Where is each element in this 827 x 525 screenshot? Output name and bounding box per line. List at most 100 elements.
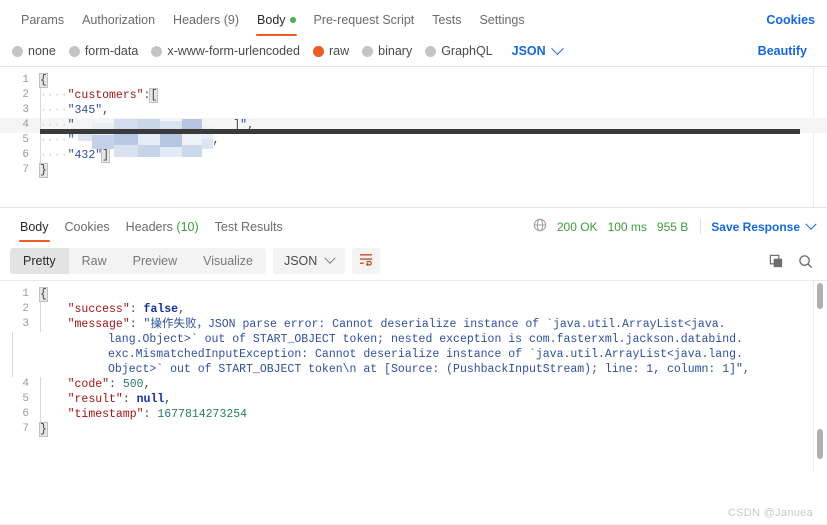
line-number: 1: [22, 288, 29, 300]
scrollbar-thumb-bottom: [817, 429, 823, 459]
tab-pre-request-script[interactable]: Pre-request Script: [305, 13, 424, 36]
code-text: ····"customers":[: [40, 88, 159, 103]
response-tab-headers-prefix: Headers: [125, 220, 177, 234]
response-toolbar: Pretty Raw Preview Visualize JSON: [0, 242, 827, 280]
code-text: "timestamp": 1677814273254: [40, 407, 827, 422]
json-value: false: [143, 303, 179, 316]
code-text: {: [39, 287, 48, 302]
wrap-lines-button[interactable]: [352, 248, 381, 274]
response-size: 955 B: [656, 219, 689, 234]
tab-headers-label: Headers (9): [173, 13, 240, 27]
tab-headers[interactable]: Headers (9): [164, 13, 248, 36]
chevron-down-icon: [324, 252, 336, 264]
code-text: "result": null,: [40, 392, 827, 407]
code-line: 6 ····"432"]: [0, 148, 827, 163]
body-type-none[interactable]: none: [12, 44, 56, 58]
tab-body[interactable]: Body: [248, 13, 305, 36]
radio-selected-icon: [313, 45, 324, 57]
code-text: "message": "操作失败，JSON parse error: Canno…: [40, 317, 827, 332]
response-tab-headers[interactable]: Headers (10): [118, 220, 207, 242]
beautify-button[interactable]: Beautify: [758, 44, 807, 58]
code-text: }: [39, 163, 48, 178]
response-tab-test-results[interactable]: Test Results: [207, 220, 291, 242]
line-number: 1: [22, 74, 29, 86]
wrap-lines-icon: [359, 253, 374, 269]
code-line: 2 "success": false,: [0, 302, 827, 317]
raw-format-dropdown[interactable]: JSON: [511, 41, 564, 58]
json-key: "message": [67, 318, 130, 331]
view-mode-visualize[interactable]: Visualize: [190, 248, 266, 274]
code-text: ····"432"]: [40, 148, 111, 163]
body-type-graphql[interactable]: GraphQL: [425, 44, 493, 58]
code-line: 7 }: [0, 163, 827, 178]
body-type-binary[interactable]: binary: [362, 44, 412, 58]
radio-icon: [151, 45, 163, 57]
tab-params[interactable]: Params: [12, 13, 73, 36]
json-key: "success": [67, 303, 130, 316]
body-type-binary-label: binary: [378, 44, 413, 58]
response-time: 100 ms: [607, 219, 647, 234]
body-type-urlencoded[interactable]: x-www-form-urlencoded: [151, 44, 300, 58]
radio-icon: [12, 45, 23, 57]
view-mode-pretty[interactable]: Pretty: [10, 248, 69, 274]
request-code-area[interactable]: 1 { 2 ····"customers":[ 3 ····"345", 4 ·…: [0, 67, 827, 178]
json-value-cont: exc.MismatchedInputException: Cannot des…: [108, 348, 743, 361]
globe-icon: [533, 218, 547, 235]
view-mode-preview[interactable]: Preview: [120, 248, 190, 274]
request-tab-bar: Params Authorization Headers (9) Body Pr…: [0, 0, 827, 36]
response-tab-cookies-label: Cookies: [64, 220, 110, 234]
code-text: "success": false,: [40, 302, 827, 317]
copy-icon[interactable]: [769, 254, 784, 269]
response-format-value: JSON: [283, 254, 318, 268]
response-format-dropdown[interactable]: JSON: [272, 248, 346, 274]
response-tab-cookies[interactable]: Cookies: [57, 220, 118, 242]
code-line: 2 ····"customers":[: [0, 88, 827, 103]
tab-tests[interactable]: Tests: [423, 13, 470, 36]
line-number: 3: [22, 104, 29, 116]
cookies-link[interactable]: Cookies: [766, 13, 815, 36]
save-response-button[interactable]: Save Response: [711, 218, 817, 234]
response-tab-body[interactable]: Body: [12, 220, 57, 242]
response-code-area[interactable]: 1 { 2 "success": false, 3 "message": "操作…: [0, 281, 827, 437]
body-type-raw[interactable]: raw: [313, 44, 349, 58]
scrollbar-thumb-top: [817, 283, 823, 309]
code-text: "code": 500,: [40, 377, 827, 392]
code-line: 3 ····"345",: [0, 103, 827, 118]
code-line: 6 "timestamp": 1677814273254: [0, 407, 827, 422]
line-number: 2: [22, 89, 29, 101]
raw-format-value: JSON: [511, 44, 546, 58]
code-text: ····" ,: [40, 133, 220, 148]
tab-settings[interactable]: Settings: [470, 13, 533, 36]
body-type-urlencoded-label: x-www-form-urlencoded: [167, 44, 300, 58]
code-line: 4 "code": 500,: [0, 377, 827, 392]
code-line: 1 {: [0, 287, 827, 302]
watermark: CSDN @Januea: [727, 507, 813, 519]
code-text: ····"345",: [40, 103, 110, 118]
tab-authorization-label: Authorization: [82, 13, 156, 27]
tab-authorization[interactable]: Authorization: [73, 13, 164, 36]
line-number: 7: [22, 423, 29, 435]
response-body-viewer[interactable]: 1 { 2 "success": false, 3 "message": "操作…: [0, 280, 827, 471]
request-body-editor[interactable]: 1 { 2 ····"customers":[ 3 ····"345", 4 ·…: [0, 66, 827, 208]
code-text: }: [39, 422, 48, 437]
json-value-cont: lang.Object>` out of START_OBJECT token;…: [108, 333, 743, 346]
response-vertical-scrollbar[interactable]: [817, 281, 823, 471]
code-line: 5 "result": null,: [0, 392, 827, 407]
view-mode-raw[interactable]: Raw: [69, 248, 120, 274]
code-line-wrapped: lang.Object>` out of START_OBJECT token;…: [0, 332, 827, 347]
line-number: 5: [22, 134, 29, 146]
request-horizontal-scrollbar[interactable]: [40, 129, 813, 134]
json-value: 500: [122, 378, 144, 391]
body-type-raw-label: raw: [329, 44, 350, 58]
code-line: 1 {: [0, 73, 827, 88]
chevron-down-icon: [550, 41, 564, 55]
json-key: "result": [67, 393, 123, 406]
body-type-none-label: none: [28, 44, 56, 58]
json-value: "操作失败，JSON parse error: Cannot deseriali…: [143, 318, 726, 331]
code-line-redacted: 5 ····" ,: [0, 133, 827, 148]
body-type-form-data[interactable]: form-data: [68, 44, 138, 58]
search-icon[interactable]: [798, 254, 813, 269]
line-number: 6: [22, 408, 29, 420]
radio-icon: [425, 45, 437, 57]
tab-tests-label: Tests: [432, 13, 462, 27]
